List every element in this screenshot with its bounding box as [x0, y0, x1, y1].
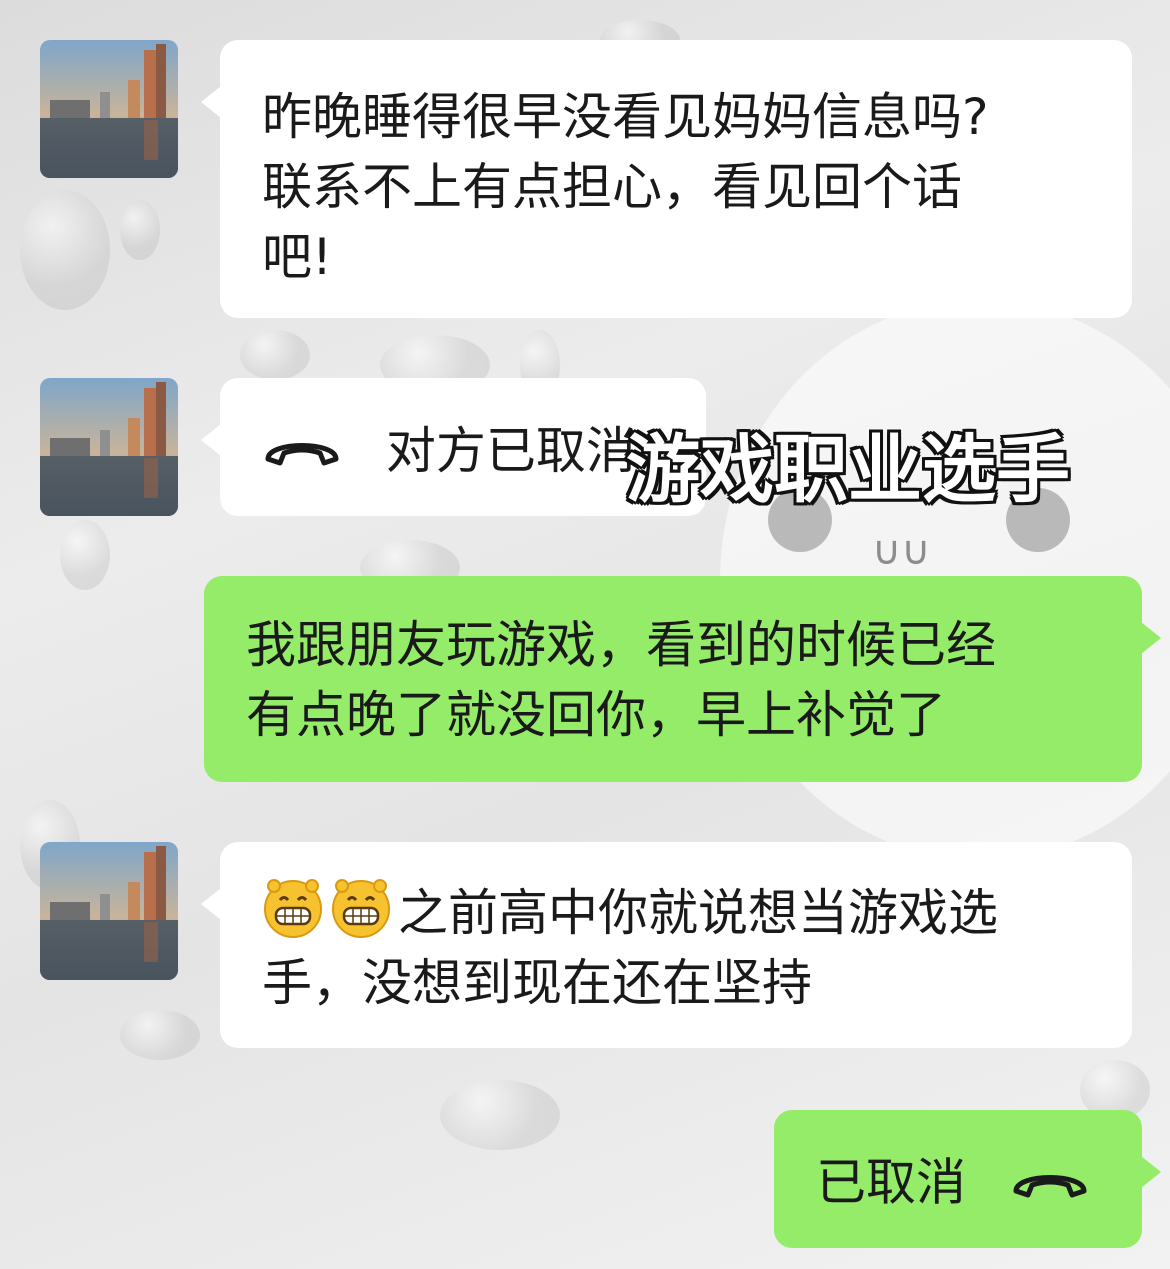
message-line: 我跟朋友玩游戏，看到的时候已经 [246, 616, 996, 674]
grin-emoji-icon [332, 879, 390, 938]
message-line: 手，没想到现在还在坚持 [262, 954, 812, 1012]
avatar-contact[interactable] [40, 842, 178, 980]
message-line: 之前高中你就说想当游戏选 [398, 884, 998, 942]
message-line: 有点晚了就没回你，早上补觉了 [246, 686, 946, 744]
message-line: 昨晚睡得很早没看见妈妈信息吗? [262, 88, 989, 146]
message-line: 吧! [262, 228, 333, 286]
city-skyline-avatar-image [40, 378, 178, 516]
city-skyline-avatar-image [40, 40, 178, 178]
call-record-bubble-outgoing[interactable]: 已取消 [774, 1110, 1161, 1248]
message-line: 联系不上有点担心，看见回个话 [262, 158, 962, 216]
avatar-contact[interactable] [40, 378, 178, 516]
phone-hangup-icon [265, 442, 339, 465]
call-status-text: 已取消 [816, 1153, 966, 1212]
avatar-contact[interactable] [40, 40, 178, 178]
grin-emoji-icon [264, 879, 322, 938]
overlay-caption: 游戏职业选手 [626, 427, 1070, 513]
call-status-text: 对方已取消 [385, 421, 636, 480]
message-bubble-outgoing[interactable]: 我跟朋友玩游戏，看到的时候已经 有点晚了就没回你，早上补觉了 [204, 576, 1161, 782]
phone-hangup-icon [1013, 1174, 1087, 1197]
message-bubble-incoming[interactable]: 之前高中你就说想当游戏选 手，没想到现在还在坚持 [201, 842, 1132, 1048]
city-skyline-avatar-image [40, 842, 178, 980]
message-bubble-incoming[interactable]: 昨晚睡得很早没看见妈妈信息吗? 联系不上有点担心，看见回个话 吧! [201, 40, 1132, 318]
